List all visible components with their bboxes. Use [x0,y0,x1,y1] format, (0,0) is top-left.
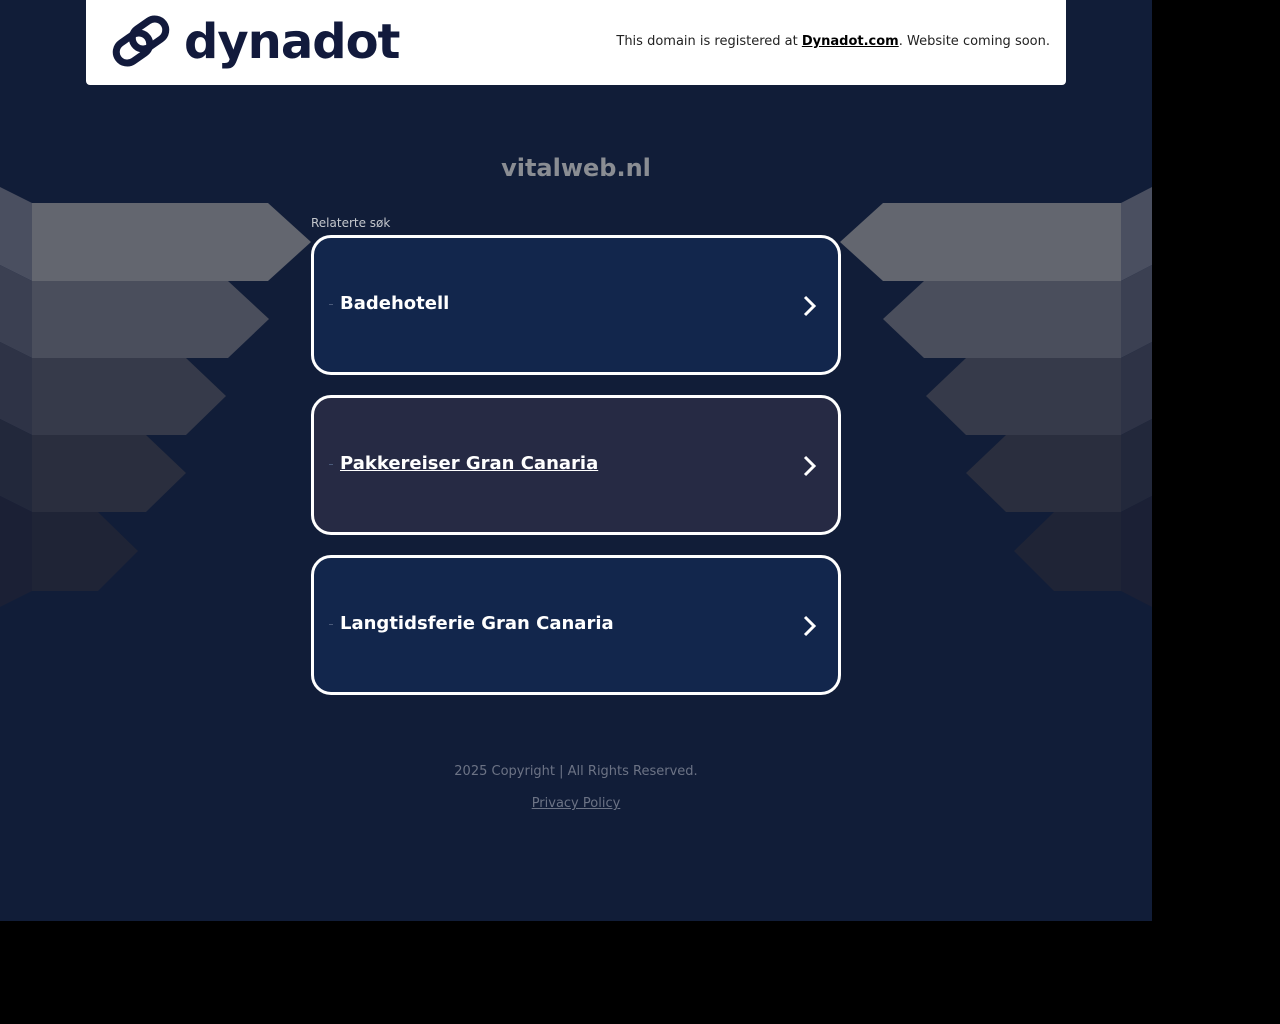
chevron-right-icon [803,295,817,317]
related-searches-label: Relaterte søk [311,216,391,230]
chevron-right-icon [803,455,817,477]
header-bar: dynadot This domain is registered at Dyn… [86,0,1066,85]
related-link-label[interactable]: Langtidsferie Gran Canaria [340,613,614,634]
privacy-policy-link[interactable]: Privacy Policy [532,796,621,811]
dynadot-link-logo-icon [112,15,170,67]
related-link-label[interactable]: Pakkereiser Gran Canaria [340,453,598,474]
related-link-card[interactable]: Langtidsferie Gran Canaria [311,555,841,695]
registered-prefix: This domain is registered at [616,34,802,49]
privacy-policy: Privacy Policy [0,796,1152,811]
card-bullet [329,624,333,625]
dynadot-logo[interactable]: dynadot [110,11,400,73]
registered-notice: This domain is registered at Dynadot.com… [616,34,1050,49]
related-link-card[interactable]: Pakkereiser Gran Canaria [311,395,841,535]
related-link-card[interactable]: Badehotell [311,235,841,375]
chevron-right-icon [803,615,817,637]
logo-text: dynadot [184,14,400,70]
related-link-label[interactable]: Badehotell [340,293,449,314]
dynadot-link[interactable]: Dynadot.com [802,34,899,49]
copyright-text: 2025 Copyright | All Rights Reserved. [454,764,698,779]
card-bullet [329,304,333,305]
domain-title: vitalweb.nl [501,154,651,182]
registered-suffix: . Website coming soon. [898,34,1050,49]
decorative-stripes-right [840,187,1152,607]
card-bullet [329,464,333,465]
page-viewport: dynadot This domain is registered at Dyn… [0,0,1152,921]
decorative-stripes-left [0,187,312,607]
